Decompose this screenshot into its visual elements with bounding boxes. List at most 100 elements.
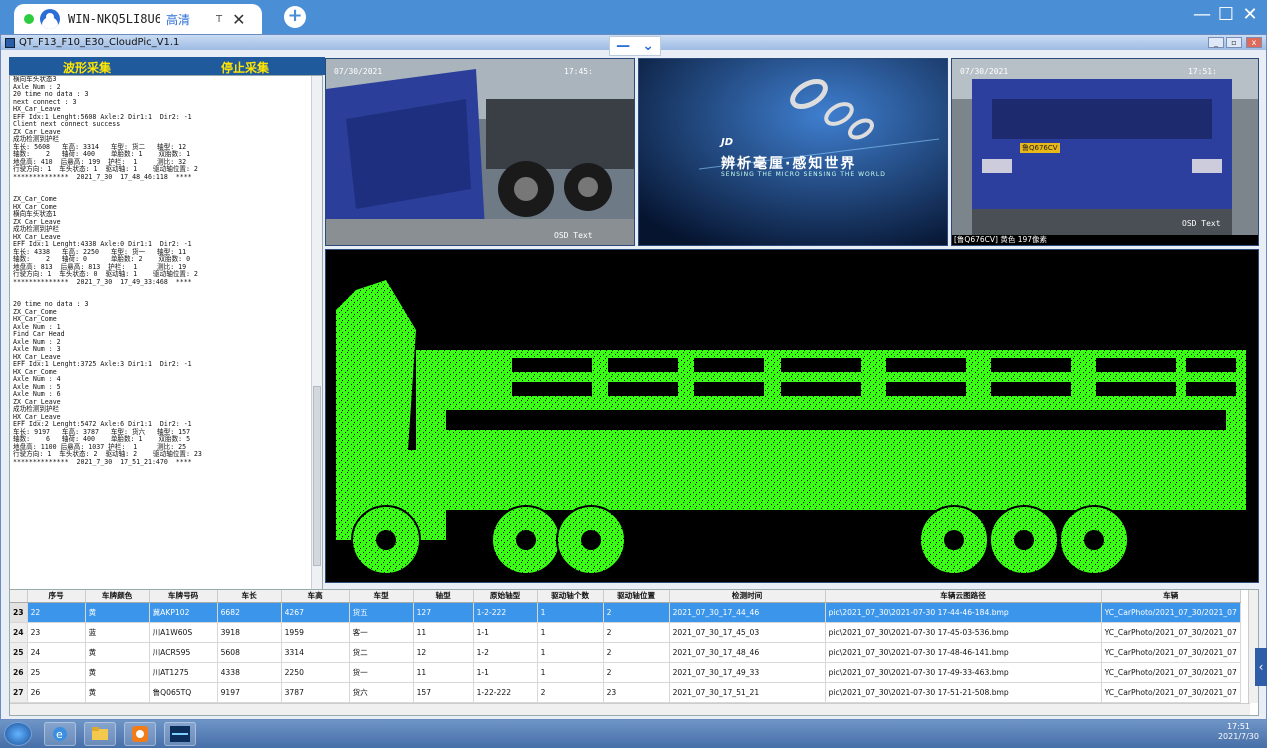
table-cell[interactable]: 5608 (217, 642, 282, 663)
win-restore-button[interactable]: ▫ (1226, 37, 1242, 48)
table-cell[interactable]: 川AT1275 (149, 662, 218, 683)
table-cell[interactable]: 3314 (281, 642, 350, 663)
table-cell[interactable]: 1-2 (473, 642, 538, 663)
table-cell[interactable]: pic\2021_07_30\2021-07-30 17-45-03-536.b… (825, 622, 1102, 643)
row-header-cell[interactable]: 23 (10, 602, 28, 623)
table-cell[interactable]: YC_CarPhoto/2021_07_30/2021_07 (1101, 662, 1241, 683)
col-header[interactable]: 驱动轴位置 (603, 590, 670, 603)
col-header[interactable]: 车牌颜色 (85, 590, 150, 603)
table-cell[interactable]: 川A1W60S (149, 622, 218, 643)
table-cell[interactable]: 1 (537, 622, 604, 643)
table-cell[interactable]: 货六 (349, 682, 414, 703)
table-cell[interactable]: 黄 (85, 602, 150, 623)
table-row[interactable]: 23 22 黄冀AKP102 6682 4267 货五 127 1-2-222 1 2 2021_0… (10, 602, 1241, 623)
table-cell[interactable]: 1-2-222 (473, 602, 538, 623)
log-scrollbar[interactable] (311, 76, 322, 620)
table-horizontal-scrollbar[interactable] (10, 703, 1250, 715)
table-cell[interactable]: 2250 (281, 662, 350, 683)
col-header[interactable]: 车高 (281, 590, 350, 603)
col-header[interactable]: 车辆 (1101, 590, 1241, 603)
log-panel[interactable]: 横向车头状态3 Axle Num : 2 20 time no data : 3… (9, 75, 323, 621)
col-header[interactable]: 车长 (217, 590, 282, 603)
table-row[interactable]: 27 26 黄鲁Q065TQ 9197 3787 货六 157 1-22-222 2 23 2021… (10, 682, 1241, 703)
close-icon[interactable]: ✕ (1238, 4, 1262, 25)
side-panel-toggle[interactable]: ‹ (1255, 648, 1267, 686)
col-header[interactable]: 驱动轴个数 (537, 590, 604, 603)
table-cell[interactable]: 客一 (349, 622, 414, 643)
maximize-icon[interactable]: ☐ (1214, 4, 1238, 25)
table-vertical-scrollbar[interactable] (1248, 590, 1258, 703)
add-tab-button[interactable]: + (284, 6, 306, 28)
close-tab-icon[interactable]: ✕ (232, 10, 245, 29)
remote-dropdown-toggle[interactable]: — ⌄ (609, 36, 661, 56)
folder-icon[interactable] (84, 722, 116, 746)
table-cell[interactable]: 127 (413, 602, 474, 623)
table-cell[interactable]: 2 (603, 642, 670, 663)
table-cell[interactable]: 黄 (85, 662, 150, 683)
win-minimize-button[interactable]: _ (1208, 37, 1224, 48)
table-cell[interactable]: 1 (537, 602, 604, 623)
log-scroll-thumb[interactable] (313, 386, 321, 566)
table-cell[interactable]: 157 (413, 682, 474, 703)
table-cell[interactable]: 2021_07_30_17_49_33 (669, 662, 826, 683)
table-cell[interactable]: 1-1 (473, 662, 538, 683)
table-cell[interactable]: 1959 (281, 622, 350, 643)
col-header[interactable]: 检测时间 (669, 590, 826, 603)
chevron-down-icon[interactable]: ⌄ (642, 38, 654, 54)
start-collect-button[interactable]: 波形采集 (63, 59, 111, 76)
table-cell[interactable]: pic\2021_07_30\2021-07-30 17-44-46-184.b… (825, 602, 1102, 623)
minimize-icon[interactable]: — (1190, 4, 1214, 25)
table-cell[interactable]: 23 (27, 622, 86, 643)
table-cell[interactable]: 2 (603, 622, 670, 643)
col-header[interactable]: 车型 (349, 590, 414, 603)
table-row[interactable]: 24 23 蓝川A1W60S 3918 1959 客一 11 1-1 1 2 2021_07_30_… (10, 622, 1241, 643)
table-cell[interactable]: 2021_07_30_17_48_46 (669, 642, 826, 663)
table-cell[interactable]: 9197 (217, 682, 282, 703)
table-cell[interactable]: 鲁Q065TQ (149, 682, 218, 703)
table-row[interactable]: 26 25 黄川AT1275 4338 2250 货一 11 1-1 1 2 2021_07_30_… (10, 662, 1241, 683)
table-cell[interactable]: 2021_07_30_17_45_03 (669, 622, 826, 643)
table-cell[interactable]: 2 (603, 602, 670, 623)
col-header[interactable]: 原始轴型 (473, 590, 538, 603)
start-button[interactable] (4, 722, 32, 746)
table-cell[interactable]: 3918 (217, 622, 282, 643)
table-cell[interactable]: 货一 (349, 662, 414, 683)
table-cell[interactable]: pic\2021_07_30\2021-07-30 17-51-21-508.b… (825, 682, 1102, 703)
row-header-cell[interactable]: 25 (10, 642, 28, 663)
table-cell[interactable]: 货五 (349, 602, 414, 623)
cloudpic-app-icon[interactable] (164, 722, 196, 746)
tray-clock[interactable]: 17:51 (1218, 722, 1259, 732)
table-cell[interactable]: 冀AKP102 (149, 602, 218, 623)
ie-icon[interactable]: e (44, 722, 76, 746)
table-cell[interactable]: 2 (537, 682, 604, 703)
table-cell[interactable]: 11 (413, 622, 474, 643)
table-cell[interactable]: 川ACR595 (149, 642, 218, 663)
table-cell[interactable]: 12 (413, 642, 474, 663)
tray-date[interactable]: 2021/7/30 (1218, 732, 1259, 742)
table-cell[interactable]: 货二 (349, 642, 414, 663)
table-cell[interactable]: 25 (27, 662, 86, 683)
row-header-cell[interactable]: 24 (10, 622, 28, 643)
col-header[interactable]: 序号 (27, 590, 86, 603)
table-cell[interactable]: 2 (603, 662, 670, 683)
table-cell[interactable]: 4267 (281, 602, 350, 623)
table-cell[interactable]: 3787 (281, 682, 350, 703)
table-cell[interactable]: pic\2021_07_30\2021-07-30 17-49-33-463.b… (825, 662, 1102, 683)
table-cell[interactable]: pic\2021_07_30\2021-07-30 17-48-46-141.b… (825, 642, 1102, 663)
table-cell[interactable]: 1-22-222 (473, 682, 538, 703)
table-cell[interactable]: 1 (537, 642, 604, 663)
col-header[interactable]: 轴型 (413, 590, 474, 603)
table-cell[interactable]: 1-1 (473, 622, 538, 643)
table-cell[interactable]: 2021_07_30_17_44_46 (669, 602, 826, 623)
row-header-cell[interactable]: 26 (10, 662, 28, 683)
table-cell[interactable]: 11 (413, 662, 474, 683)
table-cell[interactable]: 26 (27, 682, 86, 703)
table-cell[interactable]: 4338 (217, 662, 282, 683)
table-cell[interactable]: YC_CarPhoto/2021_07_30/2021_07 (1101, 642, 1241, 663)
table-cell[interactable]: 2021_07_30_17_51_21 (669, 682, 826, 703)
table-cell[interactable]: 24 (27, 642, 86, 663)
table-cell[interactable]: YC_CarPhoto/2021_07_30/2021_07 (1101, 622, 1241, 643)
table-cell[interactable]: 蓝 (85, 622, 150, 643)
win-close-button[interactable]: x (1246, 37, 1262, 48)
col-header[interactable]: 车牌号码 (149, 590, 218, 603)
